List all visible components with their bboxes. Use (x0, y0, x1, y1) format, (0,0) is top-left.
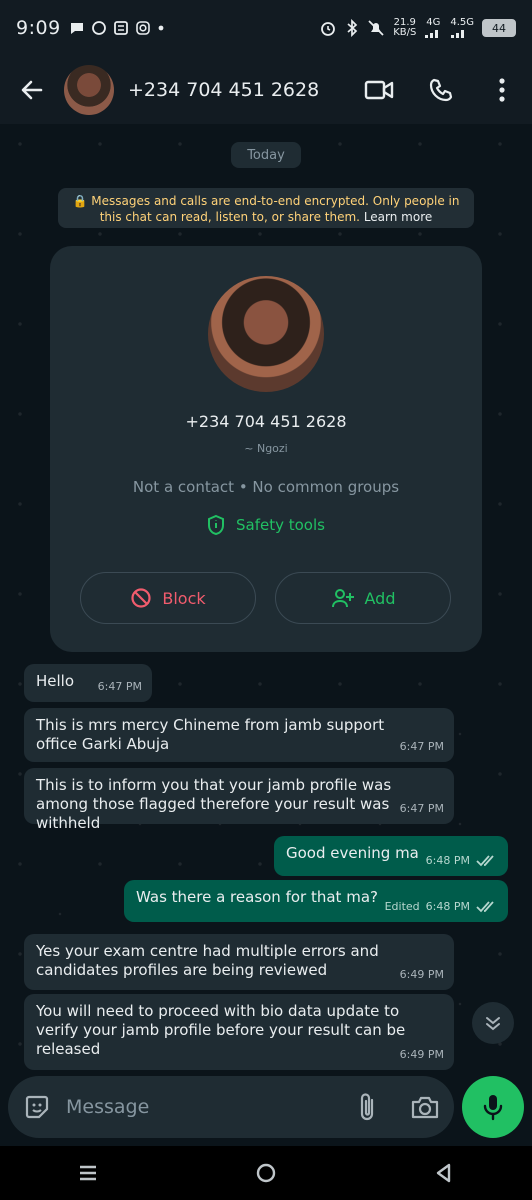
safety-tools-label: Safety tools (236, 516, 325, 534)
status-time: 9:09 (16, 17, 61, 39)
mic-icon (483, 1095, 503, 1121)
add-label: Add (364, 588, 396, 608)
learn-more-link[interactable]: Learn more (364, 210, 432, 224)
contact-profile-photo[interactable] (208, 276, 324, 392)
message-text: This is to inform you that your jamb pro… (36, 776, 392, 832)
home-icon[interactable] (254, 1161, 278, 1185)
chat-header: +234 704 451 2628 (0, 56, 532, 124)
message-time: 6:47 PM (399, 802, 444, 815)
mute-icon (368, 20, 384, 36)
network-speed: 21.9 KB/S (393, 18, 416, 38)
voice-call-button[interactable] (410, 56, 472, 124)
signal-bars-icon (425, 30, 439, 38)
message-outgoing[interactable]: Was there a reason for that ma? Edited 6… (124, 880, 508, 922)
contact-avatar[interactable] (64, 65, 114, 115)
edited-label: Edited (384, 900, 420, 913)
double-check-icon (476, 900, 494, 912)
scroll-to-bottom-button[interactable] (472, 1002, 514, 1044)
recents-icon[interactable] (77, 1162, 99, 1184)
lock-icon: 🔒 (72, 194, 88, 208)
message-text: This is mrs mercy Chineme from jamb supp… (36, 716, 385, 753)
battery-icon: 44 (482, 19, 516, 37)
shield-icon (208, 514, 224, 536)
message-time: 6:47 PM (399, 740, 444, 753)
more-icon (499, 78, 505, 102)
status-bar: 9:09 21.9 KB/S 4G 4.5G 44 (0, 0, 532, 56)
bluetooth-icon (347, 19, 358, 37)
message-outgoing[interactable]: Good evening ma 6:48 PM (274, 836, 508, 876)
alarm-icon (321, 22, 336, 36)
back-button[interactable] (0, 56, 64, 124)
camera-icon (411, 1096, 439, 1119)
message-incoming[interactable]: This is to inform you that your jamb pro… (24, 768, 454, 832)
dot-icon (158, 25, 164, 31)
signal-1: 4G (424, 18, 442, 38)
message-time: 6:49 PM (399, 1048, 444, 1061)
double-check-icon (476, 854, 494, 866)
message-composer: Message (8, 1076, 454, 1138)
notification-icons (69, 20, 165, 36)
chat-notification-icon (70, 23, 83, 34)
back-nav-icon[interactable] (433, 1162, 455, 1184)
phone-icon (429, 78, 453, 102)
whatsapp-notification-icon (91, 21, 106, 35)
block-icon (131, 588, 151, 608)
date-chip: Today (231, 142, 301, 168)
message-incoming[interactable]: You will need to proceed with bio data u… (24, 994, 454, 1070)
message-time: 6:48 PM (425, 854, 470, 867)
voice-message-button[interactable] (462, 1076, 524, 1138)
message-time: 6:49 PM (399, 968, 444, 981)
card-phone: +234 704 451 2628 (185, 412, 347, 431)
chevron-down-icon (486, 1017, 500, 1031)
contact-name[interactable]: +234 704 451 2628 (128, 79, 348, 101)
sticker-button[interactable] (8, 1076, 66, 1138)
signal-bars-icon (451, 30, 465, 38)
add-contact-button[interactable]: Add (275, 572, 451, 624)
video-call-icon (364, 80, 394, 100)
block-label: Block (162, 588, 206, 608)
block-button[interactable]: Block (80, 572, 256, 624)
camera-button[interactable] (396, 1076, 454, 1138)
message-input[interactable]: Message (66, 1096, 338, 1118)
video-call-button[interactable] (348, 56, 410, 124)
encryption-notice[interactable]: 🔒 Messages and calls are end-to-end encr… (58, 188, 474, 228)
message-incoming[interactable]: Hello 6:47 PM (24, 664, 152, 702)
more-options-button[interactable] (472, 56, 532, 124)
speed-unit: KB/S (393, 27, 417, 38)
sticker-icon (25, 1095, 49, 1119)
add-person-icon (331, 589, 354, 608)
attach-icon (360, 1093, 374, 1121)
contact-info-card: +234 704 451 2628 ~ Ngozi Not a contact … (50, 246, 482, 652)
card-contact-info: Not a contact • No common groups (132, 478, 400, 496)
app-notification-icon (113, 21, 128, 35)
message-time: 6:48 PM (425, 900, 470, 913)
message-incoming[interactable]: This is mrs mercy Chineme from jamb supp… (24, 708, 454, 762)
message-text: Was there a reason for that ma? (136, 888, 378, 906)
signal-2: 4.5G (450, 18, 474, 38)
instagram-notification-icon (135, 21, 150, 35)
card-push-name: ~ Ngozi (244, 442, 288, 455)
safety-tools-button[interactable]: Safety tools (206, 514, 325, 536)
message-text: Good evening ma (286, 844, 419, 862)
message-time: 6:47 PM (97, 680, 142, 693)
message-text: You will need to proceed with bio data u… (36, 1002, 406, 1058)
attach-button[interactable] (338, 1076, 396, 1138)
chat-area[interactable]: Today 🔒 Messages and calls are end-to-en… (0, 124, 532, 1084)
message-incoming[interactable]: Yes your exam centre had multiple errors… (24, 934, 454, 990)
message-text: Yes your exam centre had multiple errors… (36, 942, 379, 979)
back-arrow-icon (21, 80, 43, 100)
message-text: Hello (36, 672, 75, 690)
net2-label: 4.5G (450, 17, 474, 28)
system-navigation-bar (0, 1146, 532, 1200)
net1-label: 4G (426, 17, 441, 28)
